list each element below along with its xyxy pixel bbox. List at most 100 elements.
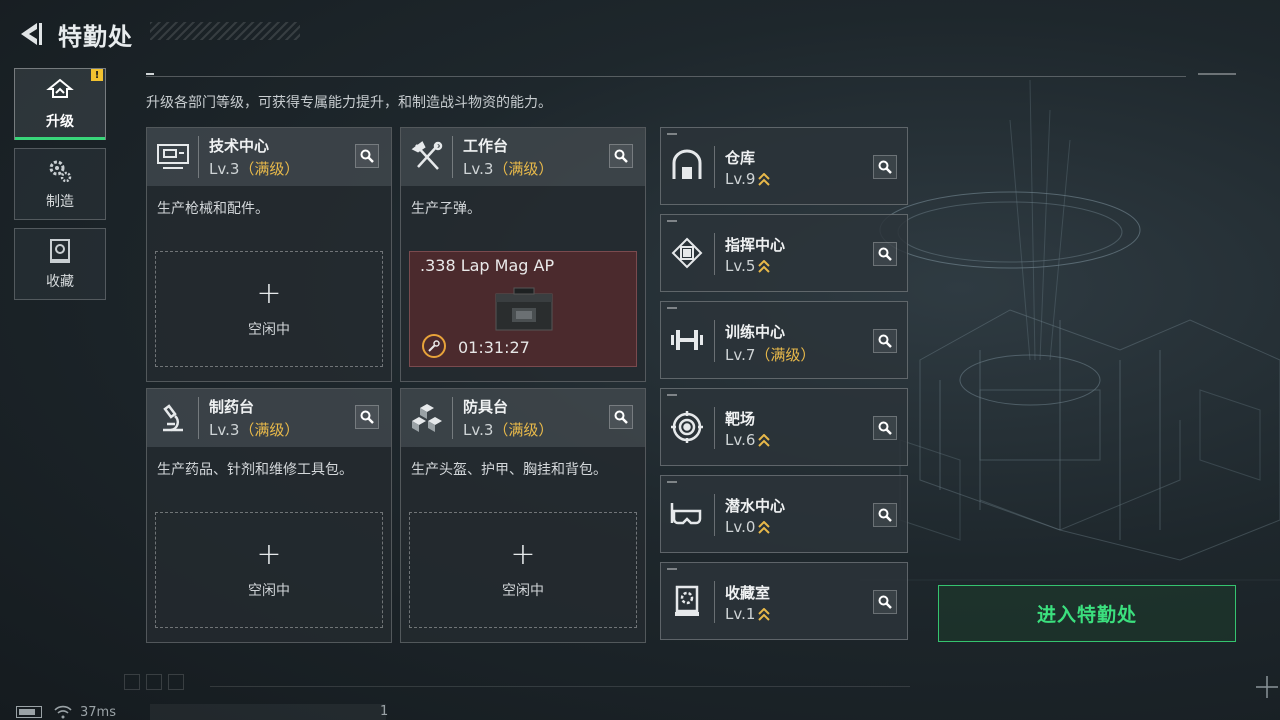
facility-level: Lv.6 (725, 431, 771, 449)
warehouse-icon (669, 146, 705, 186)
search-icon (878, 247, 892, 261)
player-id-box (150, 704, 386, 720)
idle-production-slot[interactable]: + 空闲中 (409, 512, 637, 628)
page-description: 升级各部门等级，可获得专属能力提升，和制造战斗物资的能力。 (146, 95, 552, 111)
inspect-button[interactable] (609, 144, 633, 168)
search-icon (878, 160, 892, 174)
page-title: 特勤处 (58, 22, 133, 51)
inspect-button[interactable] (873, 155, 897, 179)
target-icon (669, 407, 705, 447)
search-icon (878, 334, 892, 348)
card-title: 制药台 (209, 398, 255, 416)
status-bar: 37ms (16, 704, 116, 720)
inspect-button[interactable] (873, 329, 897, 353)
card-tech-center: 技术中心 Lv.3（满级） 生产枪械和配件。 + 空闲中 (146, 127, 392, 382)
upgrade-chevron-icon (758, 259, 771, 273)
armor-blocks-icon (401, 397, 453, 439)
nav-label: 制造 (46, 194, 74, 210)
inspect-button[interactable] (609, 405, 633, 429)
inspect-button[interactable] (873, 416, 897, 440)
card-header: 工作台 Lv.3（满级） (401, 128, 645, 186)
nav-label: 收藏 (46, 274, 74, 290)
corner-mark (667, 394, 677, 396)
top-divider-mark (146, 73, 154, 75)
nav-item-upgrade[interactable]: ! 升级 (14, 68, 106, 140)
divider (714, 494, 715, 536)
alert-badge: ! (91, 69, 103, 81)
upgrade-chevron-icon (758, 520, 771, 534)
facility-name: 靶场 (725, 410, 756, 428)
facility-level: Lv.5 (725, 257, 771, 275)
workbench-tools-icon (401, 136, 453, 178)
status-number: 1 (380, 704, 389, 719)
facility-command-center[interactable]: 指挥中心 Lv.5 (660, 214, 908, 292)
enter-button-label: 进入特勤处 (1036, 604, 1137, 626)
corner-mark (667, 133, 677, 135)
ping-readout: 37ms (80, 704, 116, 720)
card-title: 技术中心 (209, 137, 270, 155)
facility-shooting-range[interactable]: 靶场 Lv.6 (660, 388, 908, 466)
card-level: Lv.3（满级） (209, 160, 300, 178)
facility-name: 指挥中心 (725, 236, 786, 254)
display-case-icon (669, 581, 705, 621)
nav-item-craft[interactable]: 制造 (14, 148, 106, 220)
card-workbench: 工作台 Lv.3（满级） 生产子弹。 .338 Lap Mag AP 01:31… (400, 127, 646, 382)
nav-label: 升级 (46, 114, 74, 130)
upgrade-chevron-icon (758, 172, 771, 186)
card-description: 生产子弹。 (411, 201, 481, 217)
back-arrow-icon (21, 23, 42, 45)
search-icon (360, 410, 374, 424)
idle-production-slot[interactable]: + 空闲中 (155, 251, 383, 367)
add-icon: + (256, 537, 282, 572)
back-button[interactable] (14, 17, 48, 51)
dumbbell-icon (669, 320, 705, 360)
card-pharmacy: 制药台 Lv.3（满级） 生产药品、针剂和维修工具包。 + 空闲中 (146, 388, 392, 643)
corner-mark (667, 307, 677, 309)
search-icon (878, 421, 892, 435)
facility-warehouse[interactable]: 仓库 Lv.9 (660, 127, 908, 205)
card-header: 防具台 Lv.3（满级） (401, 389, 645, 447)
bottom-decoration (124, 674, 190, 690)
card-level: Lv.3（满级） (209, 421, 300, 439)
tech-center-icon (147, 136, 199, 178)
facility-collection-room[interactable]: 收藏室 Lv.1 (660, 562, 908, 640)
card-title: 防具台 (463, 398, 509, 416)
facility-name: 训练中心 (725, 323, 786, 341)
crosshair-icon (1256, 676, 1278, 698)
bottom-divider (210, 686, 910, 687)
crafting-slot[interactable]: .338 Lap Mag AP 01:31:27 (409, 251, 637, 367)
inspect-button[interactable] (355, 405, 379, 429)
search-icon (614, 410, 628, 424)
upgrade-chevron-icon (758, 433, 771, 447)
search-icon (878, 595, 892, 609)
search-icon (360, 149, 374, 163)
divider (714, 407, 715, 449)
inspect-button[interactable] (873, 503, 897, 527)
inspect-button[interactable] (873, 590, 897, 614)
enter-special-ops-button[interactable]: 进入特勤处 (938, 585, 1236, 642)
wrench-timer-icon (422, 334, 446, 358)
search-icon (614, 149, 628, 163)
idle-production-slot[interactable]: + 空闲中 (155, 512, 383, 628)
battery-icon (16, 706, 42, 718)
wifi-icon (54, 705, 72, 719)
card-header: 制药台 Lv.3（满级） (147, 389, 391, 447)
title-decoration (150, 22, 300, 40)
nav-item-collection[interactable]: 收藏 (14, 228, 106, 300)
facility-training-center[interactable]: 训练中心 Lv.7（满级） (660, 301, 908, 379)
card-title: 工作台 (463, 137, 509, 155)
corner-mark (667, 220, 677, 222)
facility-diving-center[interactable]: 潜水中心 Lv.0 (660, 475, 908, 553)
inspect-button[interactable] (873, 242, 897, 266)
card-description: 生产头盔、护甲、胸挂和背包。 (411, 462, 607, 478)
diving-goggles-icon (669, 494, 705, 534)
inspect-button[interactable] (355, 144, 379, 168)
upgrade-icon (46, 78, 74, 98)
card-description: 生产枪械和配件。 (157, 201, 269, 217)
crafting-item-name: .338 Lap Mag AP (420, 256, 555, 275)
collection-icon (50, 239, 70, 263)
divider (714, 320, 715, 362)
divider (714, 581, 715, 623)
idle-label: 空闲中 (502, 583, 544, 599)
top-divider-end (1198, 73, 1236, 75)
